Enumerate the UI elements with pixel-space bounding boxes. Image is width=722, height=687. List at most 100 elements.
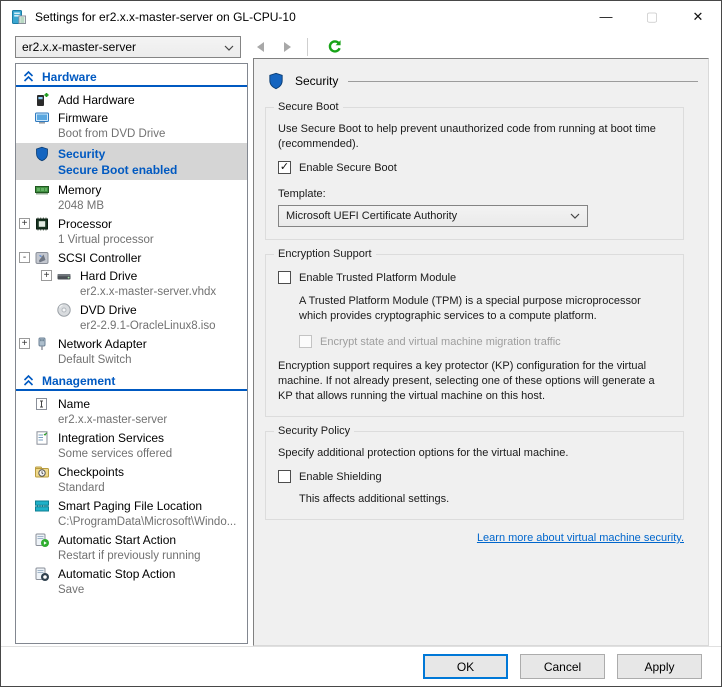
- section-label: Management: [42, 373, 116, 388]
- checkbox-label: Enable Secure Boot: [299, 161, 397, 174]
- expand-plus-icon[interactable]: +: [19, 218, 30, 229]
- item-sub-label: Standard: [58, 482, 105, 494]
- sidebar-item-hard-drive[interactable]: + Hard Drive er2.x.x-master-server.vhdx: [16, 267, 247, 300]
- refresh-icon[interactable]: [326, 38, 344, 56]
- item-label: Processor: [58, 216, 113, 231]
- item-label: Add Hardware: [58, 92, 135, 107]
- checkpoints-icon: [34, 464, 50, 480]
- panel-title: Security: [295, 74, 339, 88]
- enable-tpm-row: Enable Trusted Platform Module: [278, 271, 671, 284]
- window-controls: — ▢ ✕: [583, 1, 721, 32]
- item-label: Hard Drive: [80, 268, 138, 283]
- window-title: Settings for er2.x.x-master-server on GL…: [35, 9, 296, 24]
- encrypt-state-checkbox: [299, 335, 312, 348]
- item-label: Automatic Stop Action: [58, 566, 176, 581]
- back-button[interactable]: [251, 38, 269, 56]
- sidebar-item-processor[interactable]: + Processor 1 Virtual processor: [16, 215, 247, 248]
- checkbox-label: Enable Shielding: [299, 470, 382, 483]
- security-settings-panel: Security Secure Boot Use Secure Boot to …: [253, 58, 709, 646]
- sidebar-item-auto-start[interactable]: Automatic Start Action Restart if previo…: [16, 531, 247, 564]
- cancel-button[interactable]: Cancel: [520, 654, 605, 679]
- item-sub-label: Default Switch: [58, 354, 132, 366]
- processor-icon: [34, 216, 50, 232]
- apply-button[interactable]: Apply: [617, 654, 702, 679]
- enable-shielding-checkbox[interactable]: [278, 470, 291, 483]
- auto-start-icon: [34, 532, 50, 548]
- item-label: Integration Services: [58, 430, 165, 445]
- expand-plus-icon[interactable]: +: [41, 270, 52, 281]
- network-adapter-icon: [34, 336, 50, 352]
- footer: OK Cancel Apply: [1, 646, 721, 686]
- scsi-controller-icon: [34, 250, 50, 266]
- panel-header: Security: [267, 69, 698, 93]
- ok-button[interactable]: OK: [423, 654, 508, 679]
- sidebar-item-add-hardware[interactable]: Add Hardware: [16, 91, 247, 108]
- sidebar-item-scsi-controller[interactable]: - SCSI Controller: [16, 249, 247, 266]
- vm-selector-dropdown[interactable]: er2.x.x-master-server: [15, 36, 241, 58]
- expander-slot: -: [19, 252, 34, 263]
- maximize-button[interactable]: ▢: [629, 1, 675, 32]
- settings-tree: Hardware Add Hardware Firmware Boot from…: [15, 63, 248, 644]
- template-label: Template:: [278, 188, 326, 200]
- enable-tpm-checkbox[interactable]: [278, 271, 291, 284]
- sidebar-item-checkpoints[interactable]: Checkpoints Standard: [16, 463, 247, 496]
- toolbar-separator: [307, 38, 308, 56]
- item-label: Memory: [58, 182, 102, 197]
- item-sub-label: 2048 MB: [58, 200, 105, 212]
- sidebar-item-memory[interactable]: Memory 2048 MB: [16, 181, 247, 214]
- sidebar-section-hardware[interactable]: Hardware: [16, 68, 247, 87]
- expander-slot: +: [41, 270, 56, 281]
- close-button[interactable]: ✕: [675, 1, 721, 32]
- expander-slot: +: [19, 218, 34, 229]
- kp-note: Encryption support requires a key protec…: [278, 360, 655, 402]
- settings-window: Settings for er2.x.x-master-server on GL…: [0, 0, 722, 687]
- dvd-drive-icon: [56, 302, 72, 318]
- item-sub-label: er2.x.x-master-server: [58, 414, 168, 426]
- shield-icon: [34, 146, 50, 162]
- encrypt-state-row: Encrypt state and virtual machine migrat…: [299, 335, 671, 348]
- add-hardware-icon: [34, 92, 50, 108]
- title-bar: Settings for er2.x.x-master-server on GL…: [1, 1, 721, 32]
- learn-more-link[interactable]: Learn more about virtual machine securit…: [477, 532, 684, 544]
- item-sub-label: Save: [58, 584, 85, 596]
- item-label: Firmware: [58, 110, 108, 125]
- sidebar-item-smart-paging[interactable]: Smart Paging File Location C:\ProgramDat…: [16, 497, 247, 530]
- forward-button[interactable]: [279, 38, 297, 56]
- name-icon: [34, 396, 50, 412]
- sidebar-item-dvd-drive[interactable]: DVD Drive er2-2.9.1-OracleLinux8.iso: [16, 301, 247, 334]
- template-dropdown[interactable]: Microsoft UEFI Certificate Authority: [278, 205, 588, 227]
- group-label: Secure Boot: [274, 101, 343, 113]
- tpm-description: A Trusted Platform Module (TPM) is a spe…: [299, 295, 641, 322]
- item-sub-label: er2.x.x-master-server.vhdx: [80, 286, 217, 298]
- sidebar-item-integration-services[interactable]: Integration Services Some services offer…: [16, 429, 247, 462]
- sidebar-section-management[interactable]: Management: [16, 372, 247, 391]
- security-policy-description: Specify additional protection options fo…: [278, 447, 569, 459]
- expander-slot: +: [19, 338, 34, 349]
- chevron-down-icon: [224, 40, 234, 54]
- sidebar-item-network-adapter[interactable]: + Network Adapter Default Switch: [16, 335, 247, 368]
- collapse-chevron-icon: [22, 374, 35, 387]
- item-label: DVD Drive: [80, 302, 137, 317]
- expand-plus-icon[interactable]: +: [19, 338, 30, 349]
- sidebar-item-auto-stop[interactable]: Automatic Stop Action Save: [16, 565, 247, 598]
- secure-boot-description: Use Secure Boot to help prevent unauthor…: [278, 123, 656, 150]
- sidebar-item-firmware[interactable]: Firmware Boot from DVD Drive: [16, 109, 247, 142]
- hard-drive-icon: [56, 268, 72, 284]
- collapse-minus-icon[interactable]: -: [19, 252, 30, 263]
- item-label: Name: [58, 396, 91, 411]
- minimize-button[interactable]: —: [583, 1, 629, 32]
- sidebar-item-name[interactable]: Name er2.x.x-master-server: [16, 395, 247, 428]
- smart-paging-icon: [34, 498, 50, 514]
- integration-services-icon: [34, 430, 50, 446]
- chevron-down-icon: [570, 210, 580, 222]
- item-label: Automatic Start Action: [58, 532, 177, 547]
- item-sub-label: 1 Virtual processor: [58, 234, 154, 246]
- sidebar-item-security[interactable]: Security Secure Boot enabled: [16, 143, 247, 180]
- checkbox-label: Encrypt state and virtual machine migrat…: [320, 335, 561, 348]
- item-label: Network Adapter: [58, 336, 147, 351]
- memory-icon: [34, 182, 50, 198]
- vm-selector-value: er2.x.x-master-server: [22, 40, 137, 54]
- item-sub-label: Some services offered: [58, 448, 173, 460]
- shielding-note: This affects additional settings.: [299, 493, 450, 505]
- enable-secure-boot-checkbox[interactable]: [278, 161, 291, 174]
